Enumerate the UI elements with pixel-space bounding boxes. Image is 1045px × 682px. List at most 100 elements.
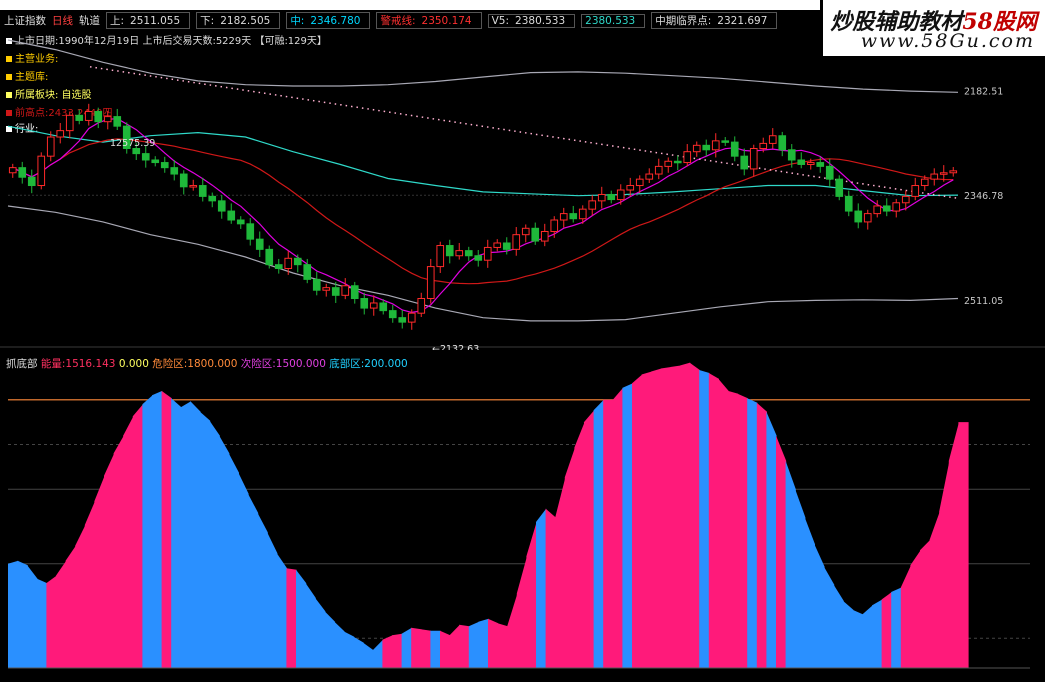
energy-area-segment bbox=[881, 592, 892, 668]
energy-area-segment bbox=[708, 373, 719, 668]
candle-body bbox=[540, 230, 549, 242]
energy-area-segment bbox=[276, 553, 287, 668]
energy-area-segment bbox=[392, 633, 403, 668]
energy-area-segment bbox=[353, 636, 364, 668]
energy-area-segment bbox=[862, 605, 873, 668]
candle-body bbox=[293, 257, 302, 266]
energy-area-segment bbox=[104, 453, 115, 668]
energy-area-segment bbox=[776, 435, 787, 668]
energy-area-segment bbox=[603, 399, 614, 668]
candle-body bbox=[46, 136, 55, 157]
energy-area-segment bbox=[584, 410, 595, 668]
candle-body bbox=[483, 246, 492, 261]
candle-body bbox=[151, 159, 160, 164]
candle-body bbox=[464, 250, 473, 257]
energy-area-segment bbox=[814, 544, 825, 668]
candle-body bbox=[835, 178, 844, 197]
candle-body bbox=[113, 116, 122, 127]
candle-body bbox=[103, 116, 112, 123]
energy-area-segment bbox=[536, 508, 547, 668]
candle-body bbox=[217, 200, 226, 212]
energy-area-segment bbox=[8, 560, 19, 668]
energy-area-segment bbox=[958, 422, 969, 668]
candle-body bbox=[588, 200, 597, 210]
candle-body bbox=[854, 210, 863, 223]
energy-area-segment bbox=[382, 635, 393, 668]
price-axis-label: 2182.51 bbox=[964, 86, 1003, 97]
candle-body bbox=[350, 285, 359, 300]
candle-body bbox=[901, 195, 910, 204]
price-chart[interactable]: 2511.05 2346.78 2182.51 12575.39 ←2132.63 bbox=[0, 0, 1045, 350]
candle-body bbox=[18, 167, 27, 178]
candle-body bbox=[531, 227, 540, 242]
energy-area-segment bbox=[152, 390, 163, 668]
candle-body bbox=[721, 140, 730, 143]
candle-body bbox=[27, 176, 36, 187]
energy-area-segment bbox=[756, 402, 767, 668]
candle-body bbox=[189, 185, 198, 188]
energy-area-segment bbox=[737, 393, 748, 668]
indicator-title: 抓底部 bbox=[6, 358, 38, 370]
energy-area-segment bbox=[84, 501, 95, 668]
candle-body bbox=[645, 173, 654, 180]
energy-area-segment bbox=[267, 532, 278, 668]
zero-value: 0.000 bbox=[118, 358, 149, 370]
energy-area-segment bbox=[929, 511, 940, 668]
energy-area-segment bbox=[411, 627, 422, 668]
candle-body bbox=[369, 302, 378, 309]
candle-body bbox=[407, 312, 416, 323]
candle-body bbox=[445, 245, 454, 257]
energy-area-segment bbox=[324, 611, 335, 668]
candle-body bbox=[569, 213, 578, 220]
energy-area-segment bbox=[660, 367, 671, 668]
energy-area-segment bbox=[46, 575, 57, 668]
candle-body bbox=[255, 238, 264, 250]
energy-area-segment bbox=[507, 593, 518, 668]
candle-body bbox=[550, 219, 559, 232]
candle-body bbox=[825, 165, 834, 180]
candle-body bbox=[683, 151, 692, 164]
candle-body bbox=[141, 153, 150, 161]
energy-area-segment bbox=[123, 416, 134, 668]
candle-body bbox=[360, 298, 369, 309]
energy-area-segment bbox=[833, 584, 844, 668]
candle-body bbox=[664, 160, 673, 167]
energy-area-segment bbox=[228, 453, 239, 668]
candle-body bbox=[417, 298, 426, 314]
secondary-value: 1500.000 bbox=[275, 358, 326, 370]
candle-body bbox=[559, 213, 568, 221]
energy-area-segment bbox=[564, 447, 575, 668]
energy-area-segment bbox=[680, 362, 691, 668]
candle-body bbox=[379, 302, 388, 312]
energy-area-segment bbox=[651, 368, 662, 668]
candle-body bbox=[759, 142, 768, 150]
energy-area-segment bbox=[113, 435, 124, 668]
candle-body bbox=[56, 130, 65, 138]
energy-area-segment bbox=[286, 568, 297, 668]
candle-body bbox=[502, 242, 511, 250]
candle-body bbox=[578, 208, 587, 220]
candle-body bbox=[331, 287, 340, 296]
energy-area-segment bbox=[75, 525, 86, 668]
energy-area-segment bbox=[900, 565, 911, 668]
candle-body bbox=[65, 114, 74, 132]
energy-area-segment bbox=[180, 401, 191, 668]
candle-body bbox=[740, 155, 749, 170]
energy-area-segment bbox=[804, 517, 815, 668]
candle-body bbox=[616, 189, 625, 201]
energy-area-segment bbox=[363, 642, 374, 668]
energy-area-segment bbox=[689, 362, 700, 668]
indicator-legend: 抓底部 能量:1516.143 0.000 危险区:1800.000 次险区:1… bbox=[6, 358, 408, 370]
energy-area-segment bbox=[516, 556, 527, 668]
danger-value: 1800.000 bbox=[187, 358, 238, 370]
energy-area-segment bbox=[248, 493, 259, 668]
candle-body bbox=[597, 193, 606, 202]
energy-area-segment bbox=[219, 435, 230, 668]
candle-body bbox=[626, 185, 635, 191]
candle-body bbox=[930, 173, 939, 180]
energy-area-segment bbox=[872, 599, 883, 668]
energy-value: 1516.143 bbox=[65, 358, 116, 370]
candle-body bbox=[132, 148, 141, 155]
energy-area-segment bbox=[843, 601, 854, 668]
candle-body bbox=[265, 248, 274, 266]
